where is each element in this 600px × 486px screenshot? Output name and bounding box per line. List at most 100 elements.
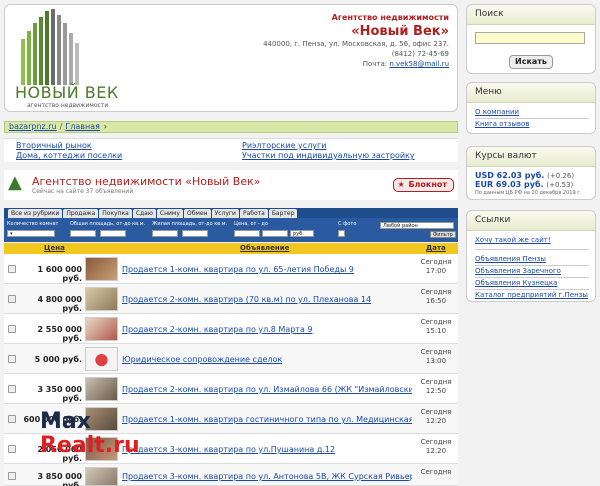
logo-subtitle: агентство недвижимости [27,102,109,109]
filter-button[interactable]: Фильтр [430,231,456,238]
menu-item-about[interactable]: О компании [475,108,519,116]
menu-title: Меню [467,83,595,103]
link-zarechny-ads[interactable]: Объявления Заречного [475,267,561,275]
tab-work[interactable]: Работа [239,209,268,218]
agency-name: «Новый Век» [351,24,449,39]
listing-price: 2 550 000 руб. [37,325,82,343]
tab-sale[interactable]: Продажа [63,209,99,218]
page-title-bar: ▲ Агентство недвижимости «Новый Век» Сей… [4,170,458,200]
column-title[interactable]: Объявление [240,244,289,252]
notepad-icon[interactable] [8,445,16,453]
usd-rate: USD 62.03 руб. (+0.26) [475,171,574,180]
notepad-icon[interactable] [8,355,16,363]
date-day: Сегодня [420,438,452,446]
notepad-icon[interactable] [8,265,16,273]
breadcrumb-separator: / [59,122,63,131]
table-row: 3 350 000 руб. Продается 2-комн. квартир… [4,374,458,404]
site-header: НОВЫЙ ВЕК агентство недвижимости Агентст… [4,4,458,112]
breadcrumb-home[interactable]: Главная [65,122,100,131]
tab-rent[interactable]: Сниму [156,209,183,218]
tab-exchange[interactable]: Обмен [183,209,211,218]
search-button[interactable]: Искать [509,55,553,69]
listing-title[interactable]: Продается 1-комн. квартира по ул. 65-лет… [122,265,412,274]
category-plots[interactable]: Участки под индивидуальную застройку [242,151,415,160]
table-row: 5 000 руб. Юридическое сопровождение сде… [4,344,458,374]
table-row: 3 850 000 руб. Продается 3-комн. квартир… [4,464,458,486]
column-price[interactable]: Цена [44,244,65,252]
tab-all[interactable]: Все из рубрики [8,209,63,218]
listing-photo[interactable] [85,317,118,341]
listing-price: 3 850 000 руб. [37,472,82,486]
link-want-site[interactable]: Хочу такой же сайт! [475,236,551,244]
notepad-icon[interactable] [8,325,16,333]
listing-title[interactable]: Юридическое сопровождение сделок [122,355,412,364]
category-secondary-market[interactable]: Вторичный рынок [16,141,92,150]
date-time: 17:00 [425,267,447,275]
watermark-part1: Max [40,409,91,434]
breadcrumb-site[interactable]: bazarpnz.ru [9,122,57,131]
rates-box: Курсы валют USD 62.03 руб. (+0.26) EUR 6… [466,146,596,200]
category-links: Вторичный рынок Дома, коттеджи поселки Р… [4,138,458,162]
rates-note: По данным ЦБ РФ на 20 декабря 2019 г. [475,190,582,196]
listing-title[interactable]: Продается 2-комн. квартира по ул. Измайл… [122,385,412,394]
link-kuznetsk-ads[interactable]: Объявления Кузнецка [475,279,557,287]
listing-title[interactable]: Продается 2-комн. квартира (70 кв.м) по … [122,295,412,304]
district-select[interactable]: Любой район [380,222,454,229]
living-from-input[interactable] [152,230,178,237]
tab-services[interactable]: Услуги [211,209,239,218]
usd-change: (+0.26) [547,172,575,180]
filter-living-label: Жилая площадь, от-до кв.м. [152,221,228,227]
link-catalog[interactable]: Каталог предприятий г.Пензы [475,291,588,299]
notepad-icon[interactable] [8,385,16,393]
email-label: Почта: [362,60,388,68]
category-houses[interactable]: Дома, коттеджи поселки [16,151,122,160]
area-to-input[interactable] [100,230,126,237]
price-to-input[interactable] [262,230,288,237]
listing-date: Сегодня [416,468,456,477]
listing-date: Сегодня 12:20 [416,408,456,426]
listing-photo[interactable] [85,467,118,486]
date-day: Сегодня [420,318,452,326]
email-line: Почта: n.vek58@mail.ru [263,59,449,69]
notebook-button[interactable]: Блокнот [393,178,454,192]
filter-photo-label: С фото [338,221,357,227]
listing-title[interactable]: Продается 1-комн. квартира гостиничного … [122,415,412,424]
column-date[interactable]: Дата [426,244,446,252]
divider [475,289,589,290]
listing-photo[interactable] [85,347,118,371]
notepad-icon[interactable] [8,472,16,480]
photo-checkbox[interactable] [338,230,345,237]
notepad-icon[interactable] [8,295,16,303]
date-day: Сегодня [420,378,452,386]
search-input[interactable] [475,32,585,44]
link-penza-ads[interactable]: Объявления Пензы [475,255,546,263]
watermark-part2: Realt.ru [40,433,140,458]
listing-photo[interactable] [85,257,118,281]
rooms-select[interactable]: ▾ [7,230,55,237]
menu-item-reviews[interactable]: Книга отзывов [475,120,529,128]
listing-title[interactable]: Продается 3-комн. квартира по ул. Антоно… [122,472,412,481]
currency-select[interactable]: руб. [290,230,314,237]
tab-barter[interactable]: Бартер [268,209,298,218]
living-to-input[interactable] [182,230,208,237]
tab-rent-out[interactable]: Сдаю [132,209,156,218]
tab-buy[interactable]: Покупка [99,209,132,218]
price-from-input[interactable] [234,230,260,237]
rates-title: Курсы валют [467,147,595,167]
listing-title[interactable]: Продается 3-комн. квартира по ул.Пушанин… [122,445,412,454]
listing-tabs: Все из рубрики Продажа Покупка Сдаю Сниму Обм… [4,208,458,218]
listing-date: Сегодня 17:00 [416,258,456,276]
listing-date: Сегодня 13:00 [416,348,456,366]
divider [475,249,589,250]
notepad-icon[interactable] [8,415,16,423]
table-row: 4 800 000 руб. Продается 2-комн. квартир… [4,284,458,314]
listing-photo[interactable] [85,287,118,311]
links-title: Ссылки [467,211,595,231]
listing-photo[interactable] [85,377,118,401]
area-from-input[interactable] [70,230,96,237]
email-link[interactable]: n.vek58@mail.ru [389,60,449,68]
page-subtitle: Сейчас на сайте 37 объявлений [32,188,134,195]
listing-title[interactable]: Продается 2-комн. квартира по ул.8 Марта… [122,325,412,334]
logo-icon [21,9,79,85]
category-realtor-services[interactable]: Риэлторские услуги [242,141,326,150]
